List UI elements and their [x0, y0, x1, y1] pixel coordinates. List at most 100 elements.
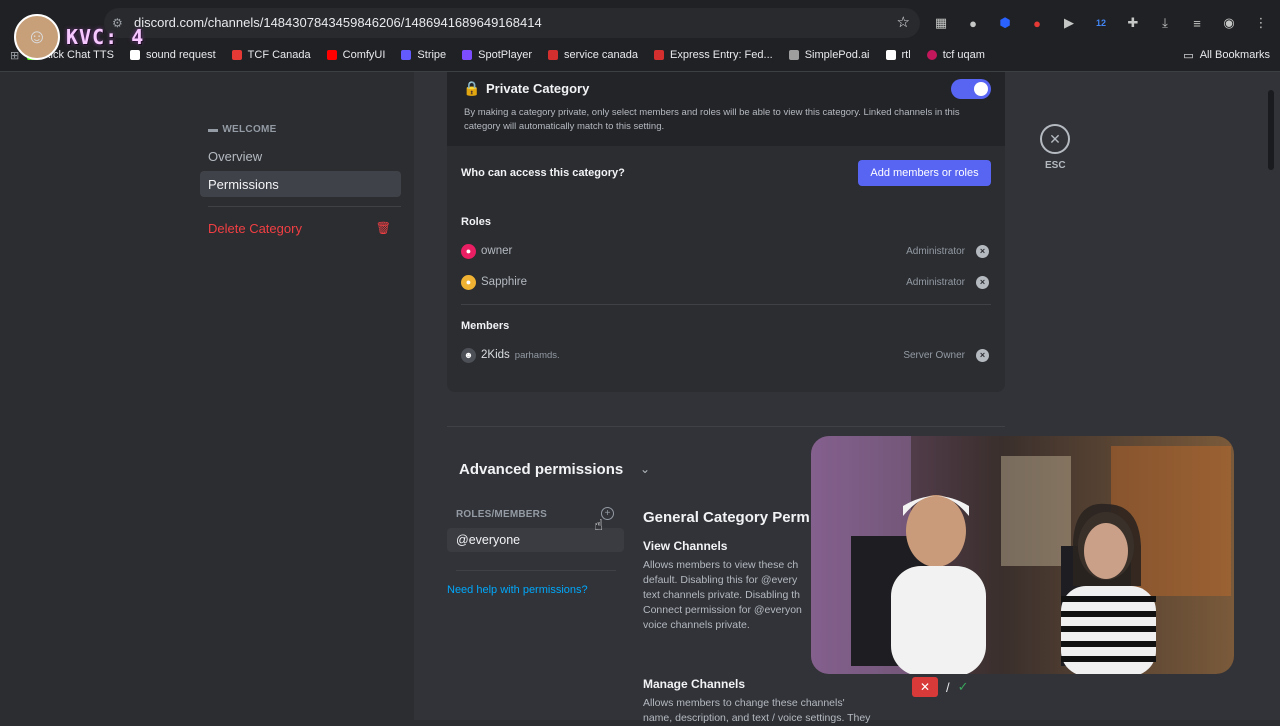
stream-overlay: ☺ KVC: 4 — [14, 14, 144, 60]
sidebar-item-permissions[interactable]: Permissions — [200, 171, 401, 197]
members-label: Members — [461, 320, 510, 332]
extensions-bar: ▦ ● ⬢ ● ▶ 12 ✚ ⤓ ≡ ◉ ⋮ — [930, 12, 1272, 34]
bookmark-item[interactable]: Stripe — [401, 49, 446, 61]
who-can-access-label: Who can access this category? — [461, 167, 625, 179]
webcam-image — [811, 436, 1234, 674]
roles-label: Roles — [461, 216, 491, 228]
download-icon[interactable]: ⤓ — [1154, 12, 1176, 34]
permission-name: View Channels — [643, 539, 728, 553]
bookmark-item[interactable]: TCF Canada — [231, 49, 311, 61]
permission-description-line: Allows members to change these channels' — [643, 697, 845, 709]
permission-name: Manage Channels — [643, 677, 746, 691]
webcam-toolbar: ✕ / ✓ — [912, 677, 969, 697]
qr-code-icon[interactable]: ▦ — [930, 12, 952, 34]
private-category-header: 🔒 Private Category By making a category … — [447, 72, 1005, 146]
bookmark-item[interactable]: ComfyUI — [326, 49, 386, 61]
address-bar[interactable]: ⚙ discord.com/channels/14843078434598462… — [104, 8, 920, 38]
play-extension-icon[interactable]: ▶ — [1058, 12, 1080, 34]
sidebar-item-label: Overview — [208, 148, 263, 164]
trash-icon: 🗑 — [375, 221, 391, 235]
member-avatar-icon: ☻ — [461, 347, 476, 363]
bookmark-item[interactable]: SpotPlayer — [462, 49, 532, 61]
role-row: ● owner Administrator × — [461, 240, 991, 262]
permissions-help-link[interactable]: Need help with permissions? — [447, 584, 588, 596]
advanced-permissions-title[interactable]: Advanced permissions — [459, 461, 623, 478]
private-category-card: 🔒 Private Category By making a category … — [447, 72, 1005, 392]
member-name: 2Kids — [481, 349, 510, 361]
member-role-label: Server Owner — [903, 349, 965, 361]
section-divider — [447, 426, 1005, 427]
role-icon: ● — [461, 274, 476, 290]
role-name: owner — [481, 245, 513, 257]
close-icon[interactable]: ✕ — [912, 677, 938, 697]
mouse-cursor-icon: ☝ — [594, 517, 604, 534]
scrollbar[interactable] — [1268, 90, 1274, 170]
sidebar-item-overview[interactable]: Overview — [200, 143, 401, 169]
bookmark-label: sound request — [145, 49, 216, 61]
bookmark-favicon — [885, 50, 896, 60]
bookmark-item[interactable]: SimplePod.ai — [788, 49, 870, 61]
delete-category-button[interactable]: Delete Category 🗑 — [200, 215, 401, 241]
extension-badge-icon[interactable]: 12 — [1090, 12, 1112, 34]
bookmark-favicon — [231, 50, 242, 60]
pen-icon[interactable]: / — [946, 680, 950, 695]
bookmark-label: TCF Canada — [247, 49, 311, 61]
bookmark-item[interactable]: tcf uqam — [926, 49, 985, 61]
sidebar-divider — [208, 206, 401, 207]
private-category-toggle[interactable] — [951, 79, 991, 99]
member-username: parhamds. — [514, 349, 560, 361]
settings-sidebar — [0, 72, 414, 720]
folder-icon: ▭ — [1183, 49, 1194, 62]
bookmark-item[interactable]: Express Entry: Fed... — [653, 49, 773, 61]
bookmark-item[interactable]: rtl — [885, 49, 911, 61]
role-row: ● Sapphire Administrator × — [461, 271, 991, 293]
close-icon: ✕ — [1049, 130, 1061, 147]
microphone-icon[interactable]: ● — [962, 12, 984, 34]
add-members-or-roles-button[interactable]: Add members or roles — [858, 160, 991, 186]
remove-role-icon[interactable]: × — [976, 275, 989, 289]
bookmark-favicon — [653, 50, 664, 60]
reading-list-icon[interactable]: ≡ — [1186, 12, 1208, 34]
streamer-avatar-icon: ☺ — [14, 14, 60, 60]
bookmark-label: SpotPlayer — [478, 49, 532, 61]
bookmark-label: rtl — [901, 49, 911, 61]
bookmark-favicon — [326, 50, 337, 60]
permission-description: Allows members to change these channels'… — [643, 696, 893, 726]
all-bookmarks-button[interactable]: ▭ All Bookmarks — [1183, 44, 1270, 66]
url-text[interactable]: discord.com/channels/1484307843459846206… — [134, 15, 542, 30]
lock-icon: 🔒 — [463, 80, 481, 96]
bookmark-star-icon[interactable]: ☆ — [897, 13, 910, 31]
card-divider — [461, 304, 991, 305]
folder-icon: ▬ — [208, 124, 219, 135]
bookmark-item[interactable]: service canada — [547, 49, 638, 61]
remove-role-icon[interactable]: × — [976, 244, 989, 258]
role-list-item-label: @everyone — [456, 533, 521, 547]
private-category-title: Private Category — [486, 81, 590, 96]
record-extension-icon[interactable]: ● — [1026, 12, 1048, 34]
bookmark-label: Stripe — [417, 49, 447, 61]
bookmark-label: tcf uqam — [942, 49, 985, 61]
sidebar-section-header: ▬ WELCOME — [208, 124, 277, 135]
puzzle-extensions-icon[interactable]: ✚ — [1122, 12, 1144, 34]
member-row: ☻ 2Kids parhamds. Server Owner × — [461, 344, 991, 366]
general-permissions-title: General Category Perm — [643, 509, 810, 526]
remove-member-icon[interactable]: × — [976, 348, 989, 362]
delete-category-label: Delete Category — [208, 220, 302, 236]
roles-members-label: ROLES/MEMBERS — [456, 509, 547, 520]
bookmark-favicon — [547, 50, 558, 60]
bookmark-favicon — [788, 50, 799, 60]
sidebar-item-label: Permissions — [208, 176, 279, 192]
chevron-down-icon[interactable]: ⌄ — [640, 462, 650, 476]
check-icon[interactable]: ✓ — [958, 679, 969, 695]
more-menu-icon[interactable]: ⋮ — [1250, 12, 1272, 34]
bookmark-label: service canada — [563, 49, 638, 61]
bookmark-label: ComfyUI — [342, 49, 386, 61]
private-category-description: By making a category private, only selec… — [464, 107, 960, 132]
webcam-overlay — [811, 436, 1234, 674]
esc-label: ESC — [1045, 160, 1066, 171]
shield-extension-icon[interactable]: ⬢ — [994, 12, 1016, 34]
profile-avatar-icon[interactable]: ◉ — [1218, 12, 1240, 34]
role-icon: ● — [461, 243, 476, 259]
sidebar-section-label: WELCOME — [222, 124, 277, 135]
close-settings-button[interactable]: ✕ — [1040, 124, 1070, 154]
